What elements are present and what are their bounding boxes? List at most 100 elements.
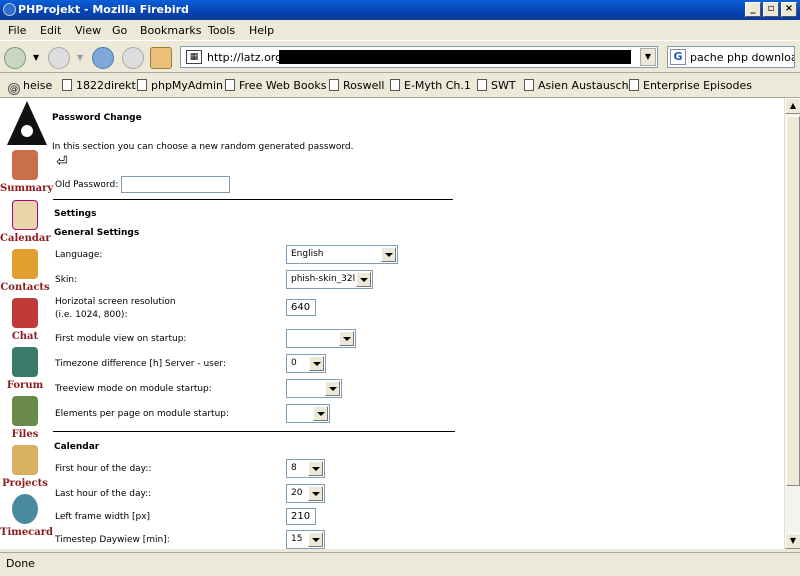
bookmark-swt[interactable]: SWT xyxy=(477,79,516,92)
google-icon: G xyxy=(670,49,686,65)
page-content: Summary Calendar Contacts Chat Forum Fil… xyxy=(0,98,784,549)
scroll-thumb[interactable] xyxy=(786,116,800,486)
bookmark-1822direkt[interactable]: 1822direkt xyxy=(62,79,136,92)
module-projects[interactable]: Projects xyxy=(0,445,50,489)
maximize-button[interactable]: ▫ xyxy=(763,2,779,17)
calendar-heading: Calendar xyxy=(54,442,100,452)
treeview-select[interactable] xyxy=(286,379,342,398)
chevron-down-icon xyxy=(308,486,323,501)
old-password-label: Old Password: xyxy=(55,180,119,190)
resolution-hint: (i.e. 1024, 800): xyxy=(55,310,128,320)
skin-select[interactable]: phish-skin_32l xyxy=(286,270,373,289)
bookmark-heise[interactable]: @ heise xyxy=(8,79,52,95)
module-forum[interactable]: Forum xyxy=(0,347,50,391)
module-timecard[interactable]: Timecard xyxy=(0,494,53,538)
first-hour-label: First hour of the day:: xyxy=(55,464,152,474)
menu-view[interactable]: View xyxy=(75,24,101,37)
page-icon xyxy=(390,79,400,91)
chevron-down-icon xyxy=(313,406,328,421)
close-button[interactable]: × xyxy=(781,2,797,17)
chevron-down-icon xyxy=(308,461,323,476)
first-module-select[interactable] xyxy=(286,329,356,348)
bookmark-phpmyadmin[interactable]: phpMyAdmin xyxy=(137,79,223,92)
menu-edit[interactable]: Edit xyxy=(40,24,61,37)
timecard-icon xyxy=(12,494,38,524)
treeview-label: Treeview mode on module startup: xyxy=(55,384,212,394)
home-icon[interactable] xyxy=(150,47,172,69)
summary-icon xyxy=(12,150,38,180)
menu-tools[interactable]: Tools xyxy=(208,24,235,37)
stop-icon[interactable] xyxy=(122,47,144,69)
divider xyxy=(53,431,455,432)
skin-label: Skin: xyxy=(55,275,78,285)
divider xyxy=(53,199,453,200)
scroll-up-button[interactable]: ▲ xyxy=(785,98,800,114)
url-text: http://latz.org/ xyxy=(207,51,286,64)
bookmark-asien-austausch[interactable]: Asien Austausch xyxy=(524,79,629,92)
page-icon xyxy=(524,79,534,91)
forward-icon[interactable] xyxy=(48,47,70,69)
menu-file[interactable]: File xyxy=(8,24,26,37)
elements-per-page-select[interactable] xyxy=(286,404,330,423)
reload-icon[interactable] xyxy=(92,47,114,69)
timezone-label: Timezone difference [h] Server - user: xyxy=(55,359,226,369)
app-icon xyxy=(3,3,16,16)
last-hour-label: Last hour of the day:: xyxy=(55,489,152,499)
resolution-input[interactable]: 640 xyxy=(286,299,316,316)
forum-icon xyxy=(12,347,38,377)
intro-text: In this section you can choose a new ran… xyxy=(52,142,354,152)
phprojekt-logo-icon xyxy=(7,101,47,145)
chevron-down-icon xyxy=(356,272,371,287)
calendar-icon xyxy=(12,200,38,230)
back-dropdown-icon[interactable]: ▼ xyxy=(33,53,39,62)
language-label: Language: xyxy=(55,250,103,260)
settings-heading: Settings xyxy=(54,209,97,219)
bookmark-free-web-books[interactable]: Free Web Books xyxy=(225,79,326,92)
timestep-select[interactable]: 15 xyxy=(286,530,325,549)
redacted-url xyxy=(279,50,631,64)
language-select[interactable]: English xyxy=(286,245,398,264)
chevron-down-icon xyxy=(309,356,324,371)
page-icon xyxy=(629,79,639,91)
page-icon xyxy=(225,79,235,91)
bookmarks-toolbar: @ heise 1822direkt phpMyAdmin Free Web Bo… xyxy=(0,74,800,98)
module-files[interactable]: Files xyxy=(0,396,50,440)
left-frame-input[interactable]: 210 xyxy=(286,508,316,525)
return-icon[interactable]: ⏎ xyxy=(56,154,68,170)
timezone-select[interactable]: 0 xyxy=(286,354,326,373)
module-chat[interactable]: Chat xyxy=(0,298,50,342)
module-summary[interactable]: Summary xyxy=(0,150,53,194)
search-box[interactable]: G pache php download xyxy=(667,46,795,68)
first-module-label: First module view on startup: xyxy=(55,334,187,344)
page-icon xyxy=(329,79,339,91)
general-settings-heading: General Settings xyxy=(54,228,140,238)
bookmark-e-myth[interactable]: E-Myth Ch.1 xyxy=(390,79,471,92)
chevron-down-icon xyxy=(325,381,340,396)
resolution-label: Horizotal screen resolution xyxy=(55,297,176,307)
module-calendar[interactable]: Calendar xyxy=(0,200,51,244)
page-icon xyxy=(137,79,147,91)
forward-dropdown-icon[interactable]: ▼ xyxy=(77,53,83,62)
url-dropdown-icon[interactable]: ▼ xyxy=(640,48,656,66)
menu-bookmarks[interactable]: Bookmarks xyxy=(140,24,201,37)
chevron-down-icon xyxy=(381,247,396,262)
chat-icon xyxy=(12,298,38,328)
last-hour-select[interactable]: 20 xyxy=(286,484,325,503)
projects-icon xyxy=(12,445,38,475)
site-icon: ▦ xyxy=(186,50,202,64)
menu-go[interactable]: Go xyxy=(112,24,127,37)
scroll-down-button[interactable]: ▼ xyxy=(785,533,800,549)
search-text: pache php download xyxy=(690,51,795,64)
minimize-button[interactable]: _ xyxy=(745,2,761,17)
back-icon[interactable] xyxy=(4,47,26,69)
vertical-scrollbar[interactable]: ▲ ▼ xyxy=(784,98,800,549)
old-password-input[interactable] xyxy=(121,176,230,193)
bookmark-enterprise-episodes[interactable]: Enterprise Episodes xyxy=(629,79,752,92)
module-contacts[interactable]: Contacts xyxy=(0,249,50,293)
at-icon: @ xyxy=(8,83,20,95)
chevron-down-icon xyxy=(308,532,323,547)
url-bar[interactable]: ▦ http://latz.org/ ▼ xyxy=(180,46,658,68)
first-hour-select[interactable]: 8 xyxy=(286,459,325,478)
bookmark-roswell[interactable]: Roswell xyxy=(329,79,385,92)
menu-help[interactable]: Help xyxy=(249,24,274,37)
